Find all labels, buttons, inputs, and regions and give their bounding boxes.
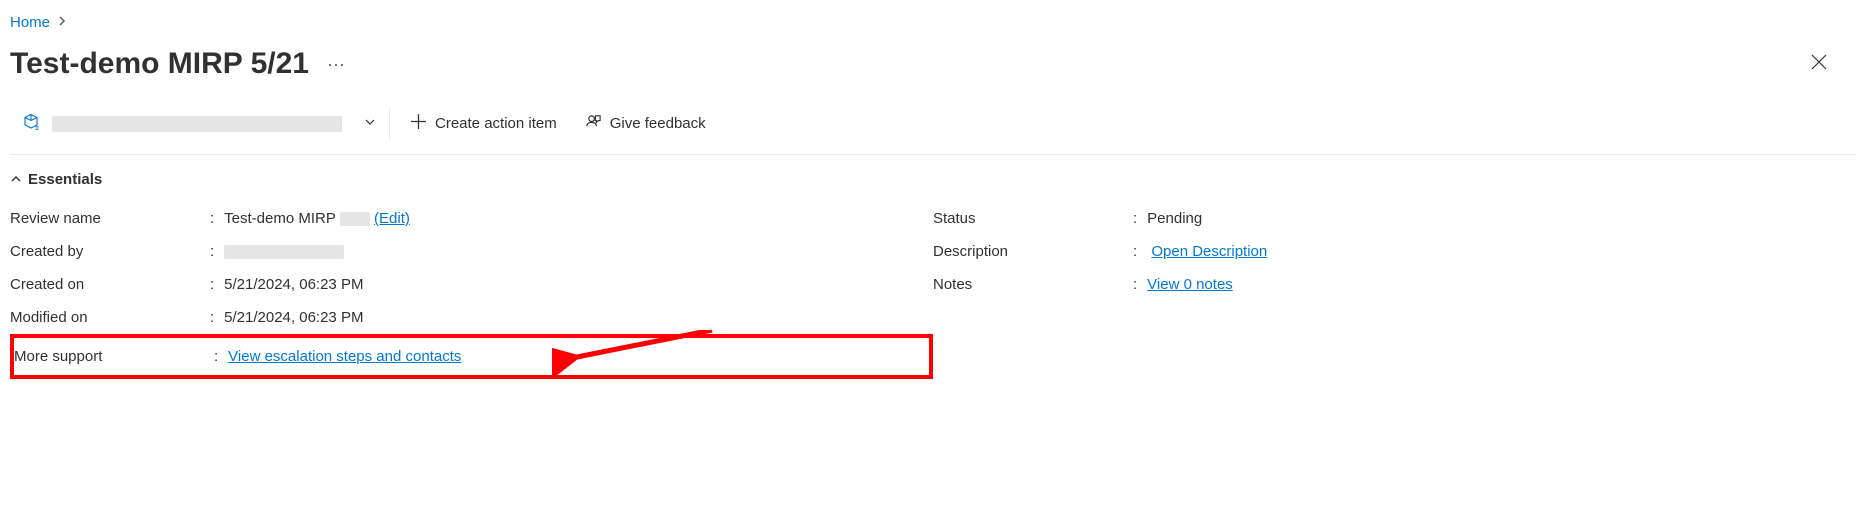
redacted-text (340, 212, 370, 226)
breadcrumb-home[interactable]: Home (10, 14, 50, 31)
breadcrumb: Home (10, 10, 1856, 43)
give-feedback-button[interactable]: Give feedback (571, 105, 720, 142)
create-action-label: Create action item (435, 115, 557, 132)
create-action-item-button[interactable]: Create action item (396, 105, 571, 142)
feedback-icon (585, 113, 602, 134)
page-header: Test-demo MIRP 5/21 ··· (10, 43, 1856, 101)
field-created-by: Created by : (10, 235, 933, 268)
field-label: Description (933, 243, 1133, 260)
field-label: Created on (10, 276, 210, 293)
toolbar: Create action item Give feedback (10, 101, 1856, 155)
essentials-toggle[interactable]: Essentials (10, 155, 1856, 202)
essentials-left-col: Review name : Test-demo MIRP (Edit) Crea… (10, 202, 933, 379)
annotation-highlight-box: More support : View escalation steps and… (10, 334, 933, 379)
resource-name-redacted (52, 116, 342, 132)
field-created-on: Created on : 5/21/2024, 06:23 PM (10, 268, 933, 301)
field-value: Pending (1147, 210, 1202, 227)
field-status: Status : Pending (933, 202, 1856, 235)
field-value: 5/21/2024, 06:23 PM (224, 309, 363, 326)
field-review-name: Review name : Test-demo MIRP (Edit) (10, 202, 933, 235)
field-label: Review name (10, 210, 210, 227)
field-label: More support (14, 348, 214, 365)
field-label: Notes (933, 276, 1133, 293)
essentials-right-col: Status : Pending Description : Open Desc… (933, 202, 1856, 379)
chevron-up-icon (10, 172, 22, 188)
open-description-link[interactable]: Open Description (1151, 243, 1267, 260)
give-feedback-label: Give feedback (610, 115, 706, 132)
more-menu-button[interactable]: ··· (327, 54, 345, 75)
field-notes: Notes : View 0 notes (933, 268, 1856, 301)
field-label: Status (933, 210, 1133, 227)
field-value: 5/21/2024, 06:23 PM (224, 276, 363, 293)
field-modified-on: Modified on : 5/21/2024, 06:23 PM (10, 301, 933, 334)
cube-icon (22, 113, 40, 134)
chevron-down-icon (363, 115, 377, 132)
close-icon (1810, 53, 1828, 71)
chevron-right-icon (58, 16, 68, 29)
close-button[interactable] (1802, 47, 1836, 81)
view-notes-link[interactable]: View 0 notes (1147, 276, 1233, 293)
edit-link[interactable]: (Edit) (374, 210, 410, 227)
field-label: Created by (10, 243, 210, 260)
view-escalation-link[interactable]: View escalation steps and contacts (228, 348, 461, 365)
plus-icon (410, 113, 427, 134)
page-title: Test-demo MIRP 5/21 (10, 47, 309, 81)
field-value (224, 243, 344, 260)
field-label: Modified on (10, 309, 210, 326)
resource-dropdown[interactable] (10, 107, 390, 140)
field-more-support: More support : View escalation steps and… (14, 340, 929, 373)
essentials-grid: Review name : Test-demo MIRP (Edit) Crea… (10, 202, 1856, 379)
field-description: Description : Open Description (933, 235, 1856, 268)
essentials-label: Essentials (28, 171, 102, 188)
redacted-text (224, 245, 344, 259)
field-value: Test-demo MIRP (Edit) (224, 210, 410, 227)
